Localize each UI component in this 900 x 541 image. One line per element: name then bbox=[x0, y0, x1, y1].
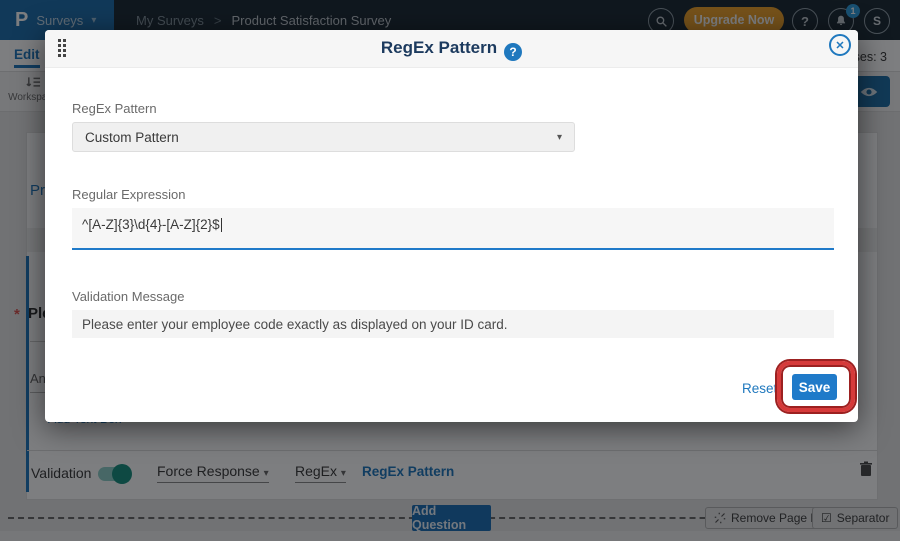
pattern-field-label: RegEx Pattern bbox=[72, 101, 157, 116]
text-cursor bbox=[220, 218, 222, 232]
save-button[interactable]: Save bbox=[792, 374, 837, 400]
pattern-select[interactable]: Custom Pattern ▾ bbox=[72, 122, 575, 152]
validation-message-value: Please enter your employee code exactly … bbox=[82, 316, 508, 332]
modal-title: RegEx Pattern? bbox=[45, 38, 858, 61]
regex-pattern-modal: RegEx Pattern? ✕ RegEx Pattern Custom Pa… bbox=[45, 30, 858, 422]
pattern-select-value: Custom Pattern bbox=[85, 129, 179, 145]
modal-close-button[interactable]: ✕ bbox=[829, 34, 851, 56]
modal-help-icon[interactable]: ? bbox=[504, 43, 523, 61]
close-icon: ✕ bbox=[835, 39, 845, 52]
regex-input[interactable]: ^[A-Z]{3}\d{4}-[A-Z]{2}$ bbox=[72, 208, 834, 250]
modal-title-text: RegEx Pattern bbox=[380, 38, 498, 57]
chevron-down-icon: ▾ bbox=[556, 131, 562, 143]
message-field-label: Validation Message bbox=[72, 289, 185, 304]
reset-button[interactable]: Reset bbox=[742, 381, 777, 396]
validation-message-input[interactable]: Please enter your employee code exactly … bbox=[72, 310, 834, 338]
app-screen: P Surveys ▾ My Surveys > Product Satisfa… bbox=[0, 0, 900, 541]
regex-input-value: ^[A-Z]{3}\d{4}-[A-Z]{2}$ bbox=[82, 217, 220, 232]
regex-field-label: Regular Expression bbox=[72, 187, 186, 202]
